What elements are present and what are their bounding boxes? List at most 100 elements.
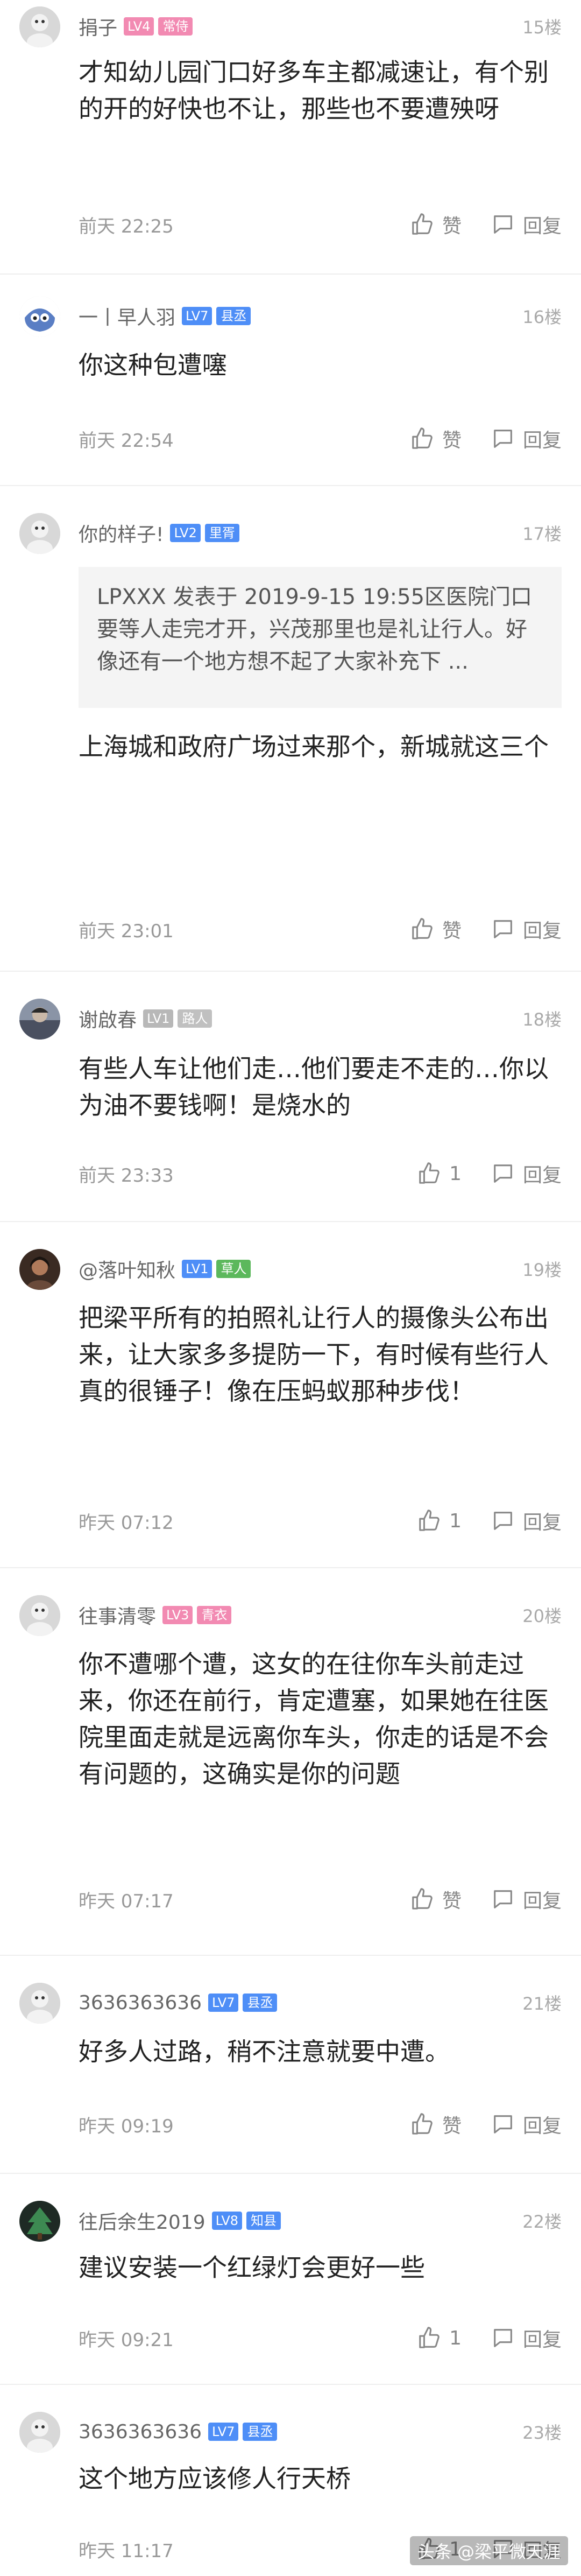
like-button[interactable]: 1	[417, 1161, 462, 1186]
comment-header: @落叶知秋 LV1 草人 19楼	[79, 1255, 562, 1282]
avatar[interactable]	[19, 1249, 60, 1290]
timestamp: 前天 23:33	[79, 1164, 174, 1187]
reply-button[interactable]: 回复	[491, 915, 562, 943]
avatar[interactable]	[19, 513, 60, 554]
title-badge: 县丞	[216, 307, 251, 325]
reply-icon	[494, 1164, 512, 1183]
reply-button[interactable]: 回复	[491, 210, 562, 238]
avatar[interactable]	[19, 296, 60, 337]
title-badge: 常侍	[158, 17, 193, 36]
username[interactable]: 捐子	[79, 12, 117, 40]
timestamp: 昨天 09:21	[79, 2329, 174, 2351]
reply-icon	[494, 1890, 512, 1908]
username[interactable]: 谢啟春	[79, 1005, 137, 1033]
like-count: 赞	[442, 430, 462, 452]
avatar[interactable]	[19, 6, 60, 47]
floor-number: 23楼	[522, 2423, 562, 2443]
like-button[interactable]: 赞	[410, 210, 462, 238]
like-count: 赞	[442, 920, 462, 942]
like-button[interactable]: 赞	[410, 915, 462, 943]
reply-icon	[494, 920, 512, 938]
username[interactable]: 一丨早人羽	[79, 302, 175, 330]
title-badge: 县丞	[243, 2423, 278, 2441]
title-badge: 知县	[246, 2212, 281, 2230]
comment-meta: 昨天 07:12 1 回复	[79, 1507, 562, 1534]
reply-label: 回复	[522, 1512, 562, 1534]
reply-button[interactable]: 回复	[491, 1885, 562, 1913]
reply-button[interactable]: 回复	[491, 2110, 562, 2138]
like-count: 1	[449, 1510, 462, 1532]
comment-header: 3636363636 LV7 县丞 21楼	[79, 1989, 562, 2016]
comment-meta: 昨天 09:21 1 回复	[79, 2325, 562, 2352]
timestamp: 昨天 07:12	[79, 1512, 174, 1534]
timestamp: 昨天 09:19	[79, 2115, 174, 2137]
like-count: 赞	[442, 215, 462, 237]
username[interactable]: @落叶知秋	[79, 1255, 175, 1283]
thumbs-up-icon	[419, 1162, 440, 1184]
avatar[interactable]	[19, 2412, 60, 2453]
level-badge: LV2	[170, 524, 201, 542]
comment-text: 把梁平所有的拍照礼让行人的摄像头公布出来，让大家多多提防一下，有时候有些行人真的…	[79, 1303, 549, 1406]
thumbs-up-icon	[412, 213, 433, 235]
watermark: 头条 @梁平微天涯	[409, 2536, 568, 2565]
comment-thread: 捐子 LV4 常侍 15楼 才知幼儿园门口好多车主都减速让，有个别的开的好快也不…	[0, 0, 581, 2576]
quoted-comment[interactable]: LPXXX 发表于 2019-9-15 19:55区医院门口要等人走完才开，兴茂…	[79, 567, 562, 708]
like-button[interactable]: 赞	[410, 425, 462, 453]
reply-icon	[494, 2115, 512, 2133]
reply-label: 回复	[522, 430, 562, 452]
avatar[interactable]	[19, 1595, 60, 1636]
comment-header: 一丨早人羽 LV7 县丞 16楼	[79, 303, 562, 329]
thumbs-up-icon	[412, 2113, 433, 2135]
reply-label: 回复	[522, 2115, 562, 2137]
timestamp: 前天 22:25	[79, 215, 174, 237]
like-count: 1	[449, 1162, 462, 1185]
username[interactable]: 往后余生2019	[79, 2207, 206, 2235]
timestamp: 昨天 07:17	[79, 1890, 174, 1912]
thumbs-up-icon	[412, 1888, 433, 1910]
level-badge: LV1	[182, 1260, 212, 1278]
comment-meta: 昨天 07:17 赞 回复	[79, 1886, 562, 1913]
reply-button[interactable]: 回复	[491, 425, 562, 453]
comment-header: 往后余生2019 LV8 知县 22楼	[79, 2207, 562, 2234]
comment-meta: 前天 22:25 赞 回复	[79, 211, 562, 238]
reply-icon	[494, 2329, 512, 2347]
like-button[interactable]: 1	[417, 1508, 462, 1533]
like-button[interactable]: 赞	[410, 2110, 462, 2138]
comment-header: 3636363636 LV7 县丞 23楼	[79, 2418, 562, 2445]
comment-item: 一丨早人羽 LV7 县丞 16楼 你这种包遭噻 前天 22:54 赞 回复	[0, 275, 581, 486]
floor-number: 19楼	[522, 1260, 562, 1280]
comment-meta: 昨天 09:19 赞 回复	[79, 2111, 562, 2138]
title-badge: 里胥	[204, 524, 239, 542]
level-badge: LV8	[211, 2212, 243, 2230]
comment-text: 你这种包遭噻	[79, 350, 227, 380]
comment-item: @落叶知秋 LV1 草人 19楼 把梁平所有的拍照礼让行人的摄像头公布出来，让大…	[0, 1222, 581, 1568]
comment-item: 往后余生2019 LV8 知县 22楼 建议安装一个红绿灯会更好一些 昨天 09…	[0, 2174, 581, 2385]
reply-button[interactable]: 回复	[491, 1160, 562, 1188]
username[interactable]: 你的样子!	[79, 519, 164, 547]
comment-meta: 前天 23:33 1 回复	[79, 1160, 562, 1187]
username[interactable]: 往事清零	[79, 1601, 156, 1629]
comment-text: 这个地方应该修人行天桥	[79, 2464, 351, 2493]
comment-header: 谢啟春 LV1 路人 18楼	[79, 1005, 562, 1032]
comment-meta: 前天 22:54 赞 回复	[79, 425, 562, 452]
like-count: 1	[449, 2327, 462, 2349]
floor-number: 16楼	[522, 307, 562, 327]
avatar[interactable]	[19, 2201, 60, 2242]
like-button[interactable]: 赞	[410, 1885, 462, 1913]
floor-number: 17楼	[522, 524, 562, 544]
like-count: 赞	[442, 1890, 462, 1912]
reply-button[interactable]: 回复	[491, 2324, 562, 2352]
like-button[interactable]: 1	[417, 2326, 462, 2350]
floor-number: 20楼	[522, 1606, 562, 1626]
reply-button[interactable]: 回复	[491, 1507, 562, 1535]
level-badge: LV7	[208, 2423, 239, 2441]
avatar[interactable]	[19, 999, 60, 1040]
reply-icon	[494, 1512, 512, 1530]
level-badge: LV3	[162, 1606, 193, 1624]
avatar[interactable]	[19, 1983, 60, 2024]
reply-icon	[494, 215, 512, 234]
username[interactable]: 3636363636	[79, 2421, 202, 2443]
username[interactable]: 3636363636	[79, 1992, 202, 2014]
floor-number: 18楼	[522, 1009, 562, 1030]
level-badge: LV7	[208, 1994, 239, 2012]
